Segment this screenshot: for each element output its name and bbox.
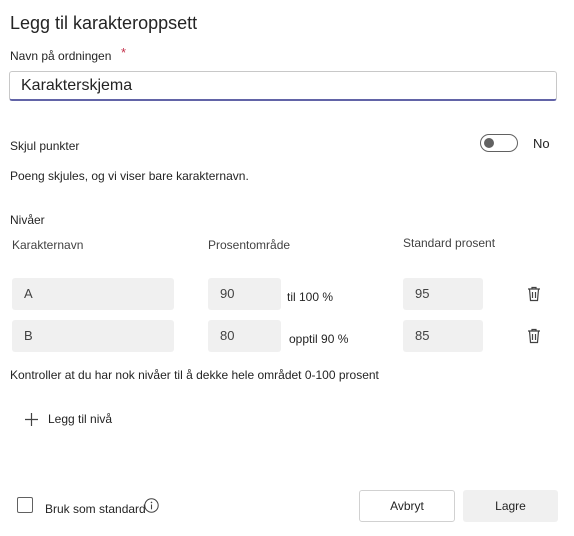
plus-icon (25, 412, 38, 426)
levels-heading: Nivåer (10, 213, 45, 227)
level-name-field[interactable]: A (12, 278, 174, 310)
coverage-warning: Kontroller at du har nok nivåer til å de… (10, 368, 379, 382)
add-level-button[interactable]: Legg til nivå (24, 410, 112, 428)
toggle-knob (484, 138, 494, 148)
add-level-label: Legg til nivå (48, 412, 113, 426)
level-range-text: opptil 90 % (289, 332, 349, 346)
level-row: B 80 opptil 90 % 85 (0, 320, 574, 352)
trash-icon[interactable] (525, 327, 543, 345)
hide-points-toggle[interactable] (480, 134, 518, 152)
trash-icon[interactable] (525, 285, 543, 303)
level-default-field[interactable]: 85 (403, 320, 483, 352)
dialog-title: Legg til karakteroppsett (10, 13, 198, 33)
level-default-field[interactable]: 95 (403, 278, 483, 310)
use-as-default-label: Bruk som standard (45, 502, 146, 516)
level-range-text: til 100 % (287, 290, 334, 304)
save-button[interactable]: Lagre (463, 490, 558, 522)
column-percent-range: Prosentområde (208, 238, 291, 252)
hide-points-state: No (533, 136, 550, 151)
hide-points-label: Skjul punkter (10, 139, 80, 153)
hide-points-description: Poeng skjules, og vi viser bare karakter… (10, 169, 249, 183)
column-default-percent: Standard prosent (403, 236, 496, 250)
info-icon[interactable] (144, 498, 159, 513)
scheme-name-label: Navn på ordningen (10, 49, 112, 63)
level-row: A 90 til 100 % 95 (0, 278, 574, 310)
column-grade-name: Karakternavn (12, 238, 84, 252)
level-name-field[interactable]: B (12, 320, 174, 352)
level-range-field[interactable]: 90 (208, 278, 281, 310)
scheme-name-input[interactable] (9, 71, 557, 101)
level-range-field[interactable]: 80 (208, 320, 281, 352)
cancel-button[interactable]: Avbryt (359, 490, 455, 522)
use-as-default-checkbox[interactable] (17, 497, 33, 513)
required-marker: * (121, 45, 127, 60)
